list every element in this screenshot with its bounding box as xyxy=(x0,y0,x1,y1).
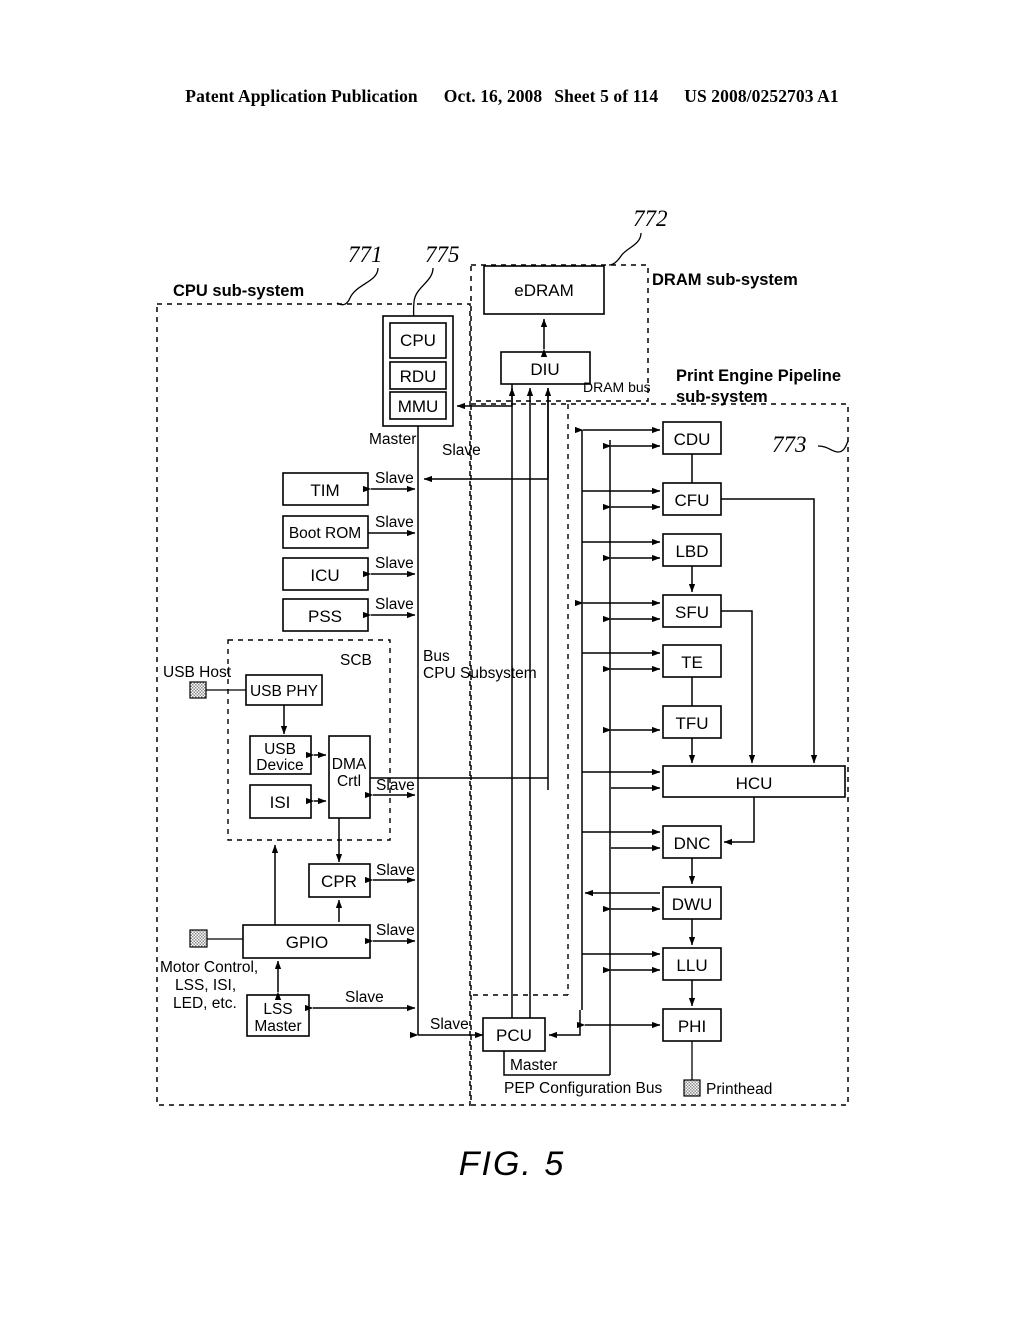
motor-label-l3: LED, etc. xyxy=(173,995,237,1012)
bus-label-l1: Bus xyxy=(423,648,450,665)
block-lssmaster-label-l2: Master xyxy=(254,1018,301,1035)
figure-svg: CPU sub-system DRAM sub-system Print Eng… xyxy=(156,206,849,1183)
block-lssmaster-label-l1: LSS xyxy=(263,1001,292,1018)
usb-host-connector-icon xyxy=(189,681,207,699)
dram-subsystem-title: DRAM sub-system xyxy=(652,271,798,289)
block-pcu-label: PCU xyxy=(496,1026,532,1045)
pep-subsystem-title-l1: Print Engine Pipeline xyxy=(676,367,841,385)
block-icu-label: ICU xyxy=(310,566,339,585)
ref-numeral-775: 775 xyxy=(425,242,460,267)
block-dmactrl-label-l1: DMA xyxy=(332,756,367,773)
master-label-cpu: Master xyxy=(369,431,416,448)
slave-label-cpu: Slave xyxy=(442,442,481,459)
motor-label-l2: LSS, ISI, xyxy=(175,977,236,994)
slave-label-dma: Slave xyxy=(376,777,415,794)
slave-label-gpio: Slave xyxy=(376,922,415,939)
block-cdu-label: CDU xyxy=(674,430,711,449)
block-isi-label: ISI xyxy=(270,793,291,812)
hcu-dnc-link xyxy=(723,797,755,846)
gpio-external-connector-icon xyxy=(189,929,208,948)
slave-label-pss: Slave xyxy=(375,596,414,613)
printhead-connector-icon xyxy=(683,1079,701,1097)
block-te-label: TE xyxy=(681,653,703,672)
block-usbphy-label: USB PHY xyxy=(250,683,318,700)
block-lbd-label: LBD xyxy=(675,542,708,561)
block-cfu-label: CFU xyxy=(675,491,710,510)
diu-mmu-link xyxy=(456,384,513,410)
slave-label-bootrom: Slave xyxy=(375,514,414,531)
scb-label: SCB xyxy=(340,652,372,669)
pep-config-bus-label: PEP Configuration Bus xyxy=(504,1080,663,1097)
block-rdu-label: RDU xyxy=(400,367,437,386)
block-dmactrl-label-l2: Crtl xyxy=(337,773,361,790)
block-usbdevice-label-l2: Device xyxy=(256,757,303,774)
block-bootrom-label: Boot ROM xyxy=(289,525,361,542)
block-diu-label: DIU xyxy=(530,360,559,379)
ref-numeral-773: 773 xyxy=(772,432,807,457)
bus-label-l2: CPU Subsystem xyxy=(423,665,537,682)
block-dwu-label: DWU xyxy=(672,895,713,914)
block-hcu-label: HCU xyxy=(736,774,773,793)
block-gpio-label: GPIO xyxy=(286,933,329,952)
pep-subsystem-title-l2: sub-system xyxy=(676,388,768,406)
figure-caption: FIG. 5 xyxy=(459,1145,565,1183)
ref-numeral-771: 771 xyxy=(348,242,383,267)
block-sfu-label: SFU xyxy=(675,603,709,622)
leader-771 xyxy=(336,267,379,306)
leader-773 xyxy=(817,440,849,453)
slave-label-icu: Slave xyxy=(375,555,414,572)
usb-host-label: USB Host xyxy=(163,664,232,681)
ref-numeral-772: 772 xyxy=(633,206,668,231)
slave-label-lss: Slave xyxy=(345,989,384,1006)
block-pss-label: PSS xyxy=(308,607,342,626)
block-cpr-label: CPR xyxy=(321,872,357,891)
pcu-feedback-link xyxy=(548,1010,581,1039)
slave-label-pcu: Slave xyxy=(430,1016,469,1033)
master-label-pcu: Master xyxy=(510,1057,557,1074)
block-mmu-label: MMU xyxy=(398,397,439,416)
block-tfu-label: TFU xyxy=(675,714,708,733)
pep-inner-boundary xyxy=(471,404,569,996)
cfu-hcu-link xyxy=(721,498,818,764)
sfu-hcu-link xyxy=(721,610,756,764)
block-dnc-label: DNC xyxy=(674,834,711,853)
slave-label-cpr: Slave xyxy=(376,862,415,879)
cpu-subsystem-title: CPU sub-system xyxy=(173,282,304,300)
block-tim-label: TIM xyxy=(310,481,339,500)
printhead-label: Printhead xyxy=(706,1081,772,1098)
block-phi-label: PHI xyxy=(678,1017,706,1036)
slave-label-tim: Slave xyxy=(375,470,414,487)
patent-figure-page: Patent Application Publication Oct. 16, 2… xyxy=(0,0,1024,1320)
block-edram-label: eDRAM xyxy=(514,281,574,300)
block-llu-label: LLU xyxy=(676,956,707,975)
motor-label-l1: Motor Control, xyxy=(160,959,258,976)
pep-subsystem-boundary xyxy=(470,403,849,1106)
leader-772 xyxy=(608,232,642,266)
block-usbdevice-label-l1: USB xyxy=(264,741,296,758)
block-cpu-label: CPU xyxy=(400,331,436,350)
dram-bus-label: DRAM bus xyxy=(583,379,651,395)
